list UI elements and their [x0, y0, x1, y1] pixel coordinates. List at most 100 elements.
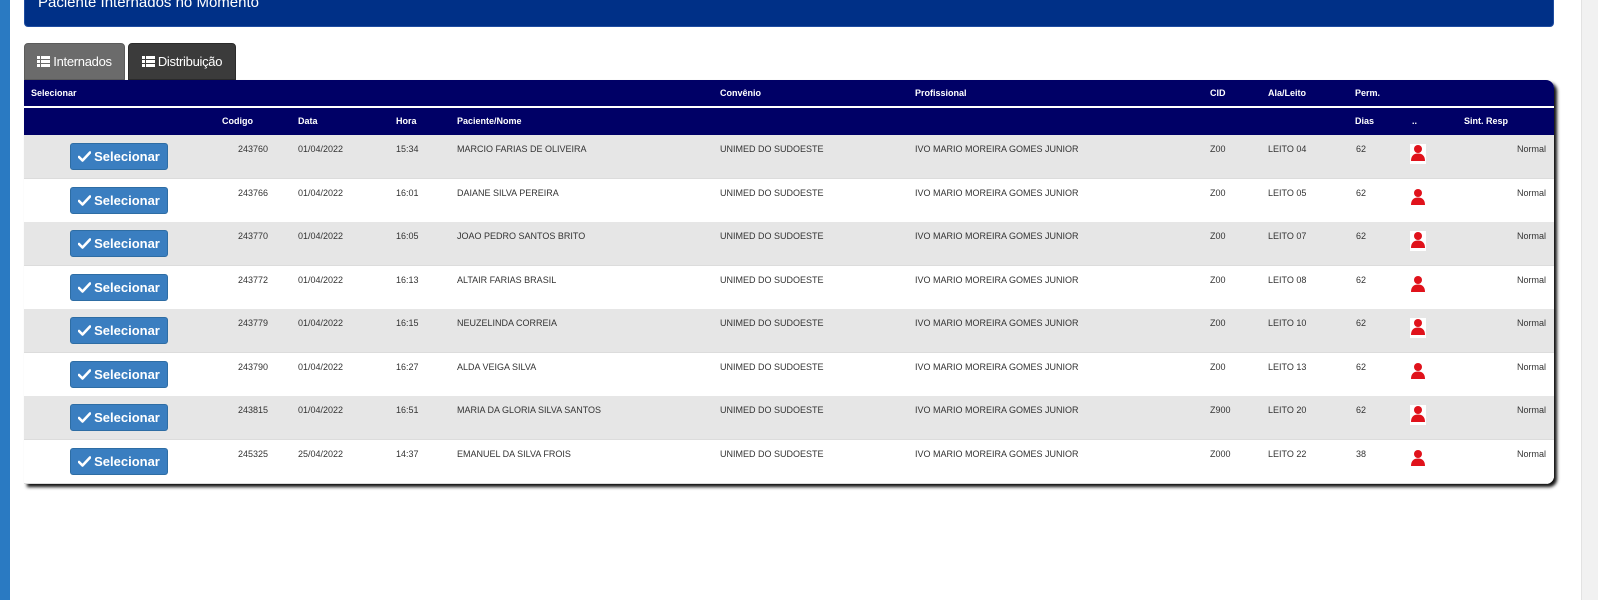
cell-leito: LEITO 07: [1268, 231, 1307, 241]
table-header-row: Selecionar Convênio Profissional CID Ala…: [24, 80, 1554, 106]
cell-codigo: 243779: [237, 318, 268, 328]
cell-hora: 16:05: [396, 231, 419, 241]
cell-profissional: IVO MARIO MOREIRA GOMES JUNIOR: [915, 144, 1079, 154]
cell-profissional: IVO MARIO MOREIRA GOMES JUNIOR: [915, 187, 1079, 198]
cell-convenio: UNIMED DO SUDOESTE: [720, 187, 824, 198]
selecionar-label: Selecionar: [94, 279, 160, 295]
check-icon: [78, 455, 92, 467]
selecionar-button[interactable]: Selecionar: [70, 186, 168, 214]
person-icon[interactable]: [1410, 274, 1426, 295]
cell-data: 01/04/2022: [298, 361, 344, 372]
cell-profissional: IVO MARIO MOREIRA GOMES JUNIOR: [915, 318, 1079, 328]
vertical-scrollbar[interactable]: [1581, 0, 1598, 600]
header-profissional: Profissional: [915, 88, 967, 98]
selecionar-button[interactable]: Selecionar: [70, 404, 168, 431]
selecionar-button[interactable]: Selecionar: [70, 143, 168, 170]
cell-cid: Z00: [1210, 361, 1226, 372]
tab-internados[interactable]: Internados: [24, 43, 125, 80]
cell-hora: 16:01: [396, 187, 419, 198]
cell-convenio: UNIMED DO SUDOESTE: [720, 405, 824, 415]
cell-cid: Z000: [1210, 448, 1231, 459]
header-selecionar: Selecionar: [31, 88, 77, 98]
selecionar-button[interactable]: Selecionar: [70, 317, 168, 344]
cell-dias: 62: [1356, 187, 1367, 198]
table-row: Selecionar 243815 01/04/2022 16:51 MARIA…: [24, 396, 1554, 440]
table-row: Selecionar 245325 25/04/2022 14:37 EMANU…: [24, 439, 1554, 484]
cell-cid: Z00: [1210, 318, 1226, 328]
selecionar-button[interactable]: Selecionar: [70, 230, 168, 257]
patients-table: Selecionar Convênio Profissional CID Ala…: [24, 80, 1554, 484]
cell-hora: 16:13: [396, 274, 419, 285]
header-ala-leito: Ala/Leito: [1268, 88, 1307, 98]
person-icon[interactable]: [1410, 448, 1426, 469]
cell-dias: 62: [1356, 318, 1367, 328]
cell-sint-resp: Normal: [1516, 361, 1546, 372]
check-icon: [78, 151, 92, 162]
cell-dias: 62: [1356, 144, 1367, 154]
check-icon: [78, 368, 92, 380]
cell-cid: Z00: [1210, 231, 1226, 241]
cell-codigo: 243766: [237, 187, 268, 198]
person-icon[interactable]: [1410, 187, 1426, 208]
cell-data: 25/04/2022: [298, 448, 344, 459]
table-header-row: Codigo Data Hora Paciente/Nome Dias .. S…: [24, 108, 1554, 135]
person-icon[interactable]: [1410, 361, 1426, 382]
header-data: Data: [298, 116, 318, 126]
cell-convenio: UNIMED DO SUDOESTE: [720, 448, 824, 459]
header-dias: Dias: [1355, 116, 1375, 126]
left-accent-bar: [0, 0, 10, 600]
cell-leito: LEITO 05: [1268, 187, 1307, 198]
cell-paciente: MARCIO FARIAS DE OLIVEIRA: [457, 144, 587, 154]
header-codigo: Codigo: [222, 116, 253, 126]
cell-paciente: DAIANE SILVA PEREIRA: [457, 187, 559, 198]
cell-codigo: 243760: [237, 144, 268, 154]
selecionar-button[interactable]: Selecionar: [70, 447, 168, 475]
table-row: Selecionar 243772 01/04/2022 16:13 ALTAI…: [24, 265, 1554, 310]
selecionar-label: Selecionar: [94, 236, 160, 251]
cell-convenio: UNIMED DO SUDOESTE: [720, 361, 824, 372]
cell-paciente: EMANUEL DA SILVA FROIS: [457, 448, 571, 459]
cell-profissional: IVO MARIO MOREIRA GOMES JUNIOR: [915, 448, 1079, 459]
selecionar-label: Selecionar: [94, 410, 160, 425]
cell-leito: LEITO 04: [1268, 144, 1307, 154]
check-icon: [78, 194, 92, 206]
cell-paciente: ALTAIR FARIAS BRASIL: [457, 274, 557, 285]
header-dots: ..: [1412, 116, 1418, 126]
header-convenio: Convênio: [720, 88, 762, 98]
header-hora: Hora: [396, 116, 417, 126]
header-sint-resp: Sint. Resp: [1464, 116, 1509, 126]
cell-data: 01/04/2022: [298, 187, 344, 198]
cell-leito: LEITO 13: [1268, 361, 1307, 372]
cell-hora: 16:15: [396, 318, 419, 328]
person-icon[interactable]: [1410, 405, 1426, 425]
cell-codigo: 243790: [237, 361, 268, 372]
check-icon: [78, 412, 92, 423]
selecionar-button[interactable]: Selecionar: [70, 360, 168, 388]
cell-hora: 15:34: [396, 144, 419, 154]
cell-cid: Z00: [1210, 144, 1226, 154]
cell-cid: Z00: [1210, 274, 1226, 285]
person-icon[interactable]: [1410, 144, 1426, 164]
list-icon: [37, 56, 51, 67]
table-row: Selecionar 243766 01/04/2022 16:01 DAIAN…: [24, 178, 1554, 223]
cell-convenio: UNIMED DO SUDOESTE: [720, 274, 824, 285]
header-perm: Perm.: [1355, 88, 1381, 98]
header-paciente: Paciente/Nome: [457, 116, 522, 126]
cell-paciente: JOAO PEDRO SANTOS BRITO: [457, 231, 586, 241]
cell-sint-resp: Normal: [1516, 144, 1546, 154]
cell-codigo: 243772: [237, 274, 268, 285]
cell-data: 01/04/2022: [298, 318, 344, 328]
cell-profissional: IVO MARIO MOREIRA GOMES JUNIOR: [915, 361, 1079, 372]
cell-hora: 16:51: [396, 405, 419, 415]
person-icon[interactable]: [1410, 231, 1426, 251]
cell-codigo: 243770: [237, 231, 268, 241]
cell-profissional: IVO MARIO MOREIRA GOMES JUNIOR: [915, 274, 1079, 285]
tab-distribuicao[interactable]: Distribuição: [128, 43, 236, 80]
list-icon: [141, 56, 155, 67]
table-row: Selecionar 243760 01/04/2022 15:34 MARCI…: [24, 135, 1554, 179]
cell-codigo: 245325: [237, 448, 268, 459]
cell-dias: 62: [1356, 405, 1367, 415]
person-icon[interactable]: [1410, 318, 1426, 338]
selecionar-button[interactable]: Selecionar: [70, 273, 168, 301]
cell-paciente: ALDA VEIGA SILVA: [457, 361, 537, 372]
